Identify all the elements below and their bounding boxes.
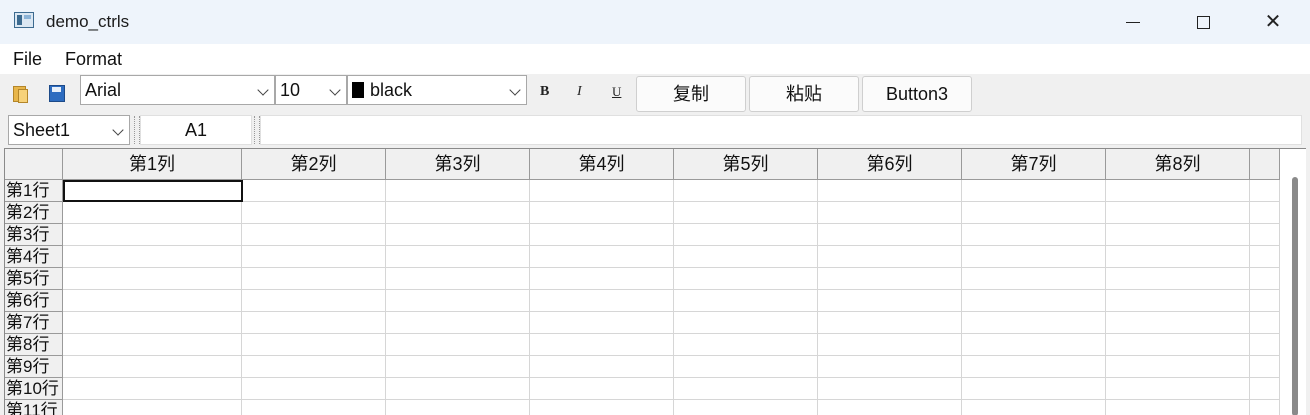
row-gridline <box>63 223 1279 224</box>
chevron-down-icon <box>509 84 521 96</box>
column-header[interactable]: 第8列 <box>1106 149 1250 180</box>
row-header[interactable]: 第3行 <box>5 224 63 246</box>
sheet-select[interactable]: Sheet1 <box>8 115 130 145</box>
row-gridline <box>63 399 1279 400</box>
row-header[interactable]: 第7行 <box>5 312 63 334</box>
formula-bar: Sheet1 A1 <box>0 114 1310 148</box>
open-folder-icon[interactable] <box>12 84 30 103</box>
color-select[interactable]: black <box>347 75 527 105</box>
row-gridline <box>63 377 1279 378</box>
formula-input[interactable] <box>260 115 1302 145</box>
app-icon <box>14 12 34 28</box>
column-gridline <box>1249 180 1250 415</box>
column-gridline <box>1105 180 1106 415</box>
button3[interactable]: Button3 <box>862 76 972 112</box>
close-button[interactable]: ✕ <box>1238 0 1308 44</box>
row-header[interactable]: 第9行 <box>5 356 63 378</box>
copy-button[interactable]: 复制 <box>636 76 746 112</box>
column-gridline <box>385 180 386 415</box>
window-title: demo_ctrls <box>46 12 130 31</box>
scrollbar-thumb[interactable] <box>1292 177 1298 415</box>
menu-file[interactable]: File <box>13 49 42 70</box>
row-header[interactable]: 第10行 <box>5 378 63 400</box>
column-gridline <box>241 180 242 415</box>
app-window: demo_ctrls ✕ File Format Arial 10 black … <box>0 0 1310 415</box>
row-gridline <box>63 333 1279 334</box>
column-header-filler <box>1250 149 1280 180</box>
row-gridline <box>63 267 1279 268</box>
row-gridline <box>63 355 1279 356</box>
row-gridline <box>63 201 1279 202</box>
paste-button[interactable]: 粘贴 <box>749 76 859 112</box>
row-gridline <box>63 311 1279 312</box>
maximize-button[interactable] <box>1168 0 1238 44</box>
minimize-button[interactable] <box>1098 0 1168 44</box>
column-header[interactable]: 第7列 <box>962 149 1106 180</box>
column-gridline <box>1279 180 1280 415</box>
row-header[interactable]: 第4行 <box>5 246 63 268</box>
font-size-select[interactable]: 10 <box>275 75 347 105</box>
menu-format[interactable]: Format <box>65 49 122 70</box>
maximize-icon <box>1196 16 1210 30</box>
close-icon: ✕ <box>1264 11 1282 33</box>
column-header[interactable]: 第5列 <box>674 149 818 180</box>
minimize-icon <box>1126 22 1140 24</box>
title-bar[interactable]: demo_ctrls ✕ <box>0 0 1310 44</box>
chevron-down-icon <box>257 84 269 96</box>
menu-bar: File Format <box>0 44 1310 74</box>
column-gridline <box>961 180 962 415</box>
grid-corner[interactable] <box>5 149 63 180</box>
font-select[interactable]: Arial <box>80 75 275 105</box>
spreadsheet-grid[interactable]: 第1列 第2列 第3列 第4列 第5列 第6列 第7列 第8列 第1行 第2行 第3行 第4行 第5行第… <box>4 148 1306 415</box>
italic-button[interactable]: I <box>577 84 582 100</box>
chevron-down-icon <box>112 124 124 136</box>
vertical-scrollbar[interactable] <box>1278 149 1306 415</box>
column-gridline <box>817 180 818 415</box>
column-header[interactable]: 第2列 <box>242 149 386 180</box>
save-icon[interactable] <box>48 84 66 102</box>
row-header[interactable]: 第1行 <box>5 180 63 202</box>
active-cell[interactable] <box>63 180 243 202</box>
row-header[interactable]: 第6行 <box>5 290 63 312</box>
bold-button[interactable]: B <box>540 84 549 100</box>
cell-reference-box[interactable]: A1 <box>140 115 252 145</box>
chevron-down-icon <box>329 84 341 96</box>
row-header[interactable]: 第2行 <box>5 202 63 224</box>
color-select-value: black <box>370 80 413 100</box>
font-select-value: Arial <box>85 80 122 100</box>
row-gridline <box>63 245 1279 246</box>
column-header[interactable]: 第1列 <box>63 149 242 180</box>
underline-button[interactable]: U <box>612 84 621 100</box>
column-gridline <box>673 180 674 415</box>
column-gridline <box>529 180 530 415</box>
sheet-select-value: Sheet1 <box>13 120 71 140</box>
row-header[interactable]: 第11行 <box>5 400 63 415</box>
row-header[interactable]: 第5行 <box>5 268 63 290</box>
row-header[interactable]: 第8行 <box>5 334 63 356</box>
row-gridline <box>63 289 1279 290</box>
column-header[interactable]: 第3列 <box>386 149 530 180</box>
column-header[interactable]: 第4列 <box>530 149 674 180</box>
font-size-value: 10 <box>280 80 301 100</box>
toolbar: Arial 10 black B I U 复制 粘贴 Button3 <box>0 74 1310 114</box>
color-swatch <box>352 82 364 98</box>
column-header[interactable]: 第6列 <box>818 149 962 180</box>
